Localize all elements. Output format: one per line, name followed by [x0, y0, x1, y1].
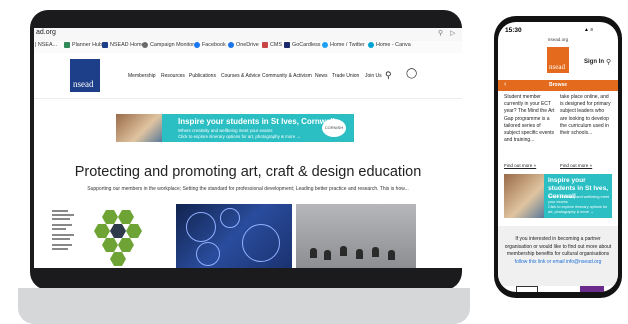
cms-icon — [262, 42, 268, 48]
zoom-icon[interactable]: ⚲ — [438, 29, 443, 37]
phone-banner-line2: Click to explore itinerary options for a… — [548, 205, 608, 214]
bookmark-twitter[interactable]: Home / Twitter — [322, 42, 365, 48]
hero-title: Protecting and promoting art, craft & de… — [74, 164, 422, 180]
bookmark-cms[interactable]: CMS — [262, 42, 282, 48]
hex-diversity — [126, 224, 142, 238]
banner-line2: Click to explore itinerary options for a… — [178, 134, 301, 139]
hero-subtitle: Supporting our members in the workplace;… — [87, 186, 409, 192]
st-ives-banner[interactable]: Inspire your students in St Ives, Cornwa… — [116, 114, 354, 142]
hex-subject-knowledge — [102, 238, 118, 252]
nav-trade-union[interactable]: Trade Union — [332, 73, 359, 79]
banner-badge: CORNISH — [322, 119, 346, 137]
hex-wellbeing — [94, 224, 110, 238]
bookmark-planner-hub[interactable]: Planner Hub — [64, 42, 102, 48]
nsead-icon — [102, 42, 108, 48]
phone-status-icons: ▲ ≡ — [584, 27, 594, 33]
phone-thumbnail-1[interactable] — [516, 286, 538, 292]
facebook-icon — [194, 42, 200, 48]
bookmark-campaign-monitor[interactable]: Campaign Monitor — [142, 42, 194, 48]
phone-st-ives-banner[interactable]: Inspire your students in St Ives, Cornwa… — [504, 174, 612, 218]
nav-courses-advice[interactable]: Courses & Advice — [221, 73, 260, 79]
bookmark-gocardless[interactable]: GoCardless — [284, 42, 320, 48]
phone-browse-bar[interactable]: ‹ Browse — [498, 80, 618, 91]
hex-pedagogy — [102, 210, 118, 224]
phone-column-1: Student member currently in your ECT yea… — [504, 94, 555, 144]
url-text[interactable]: ad.org — [36, 29, 56, 36]
onedrive-icon — [228, 42, 234, 48]
partner-text: If you interested in becoming a partner … — [504, 236, 612, 265]
browser-address-bar[interactable]: ad.org ⚲ ▷ — [34, 28, 462, 42]
bookmark-nsea[interactable]: | NSEA... — [35, 42, 57, 48]
banner-line1: Where creativity and wellbeing meet your… — [178, 128, 273, 133]
find-out-more-link-1[interactable]: Find out more » — [504, 163, 536, 168]
hex-assessment — [118, 238, 134, 252]
nav-news[interactable]: News — [315, 73, 328, 79]
phone-url[interactable]: nsead.org — [498, 37, 618, 42]
site-header: nsead Membership Resources Publications … — [34, 53, 462, 99]
nav-publications[interactable]: Publications — [189, 73, 216, 79]
phone-search-icon[interactable]: ⚲ — [606, 58, 611, 66]
banner-headline: Inspire your students in St Ives, Cornwa… — [178, 117, 335, 126]
gocardless-icon — [284, 42, 290, 48]
laptop-screen: ad.org ⚲ ▷ | NSEA... Planner Hub NSEAD H… — [34, 28, 462, 268]
hexagon-infographic-tile[interactable] — [48, 204, 172, 268]
bookmark-canva[interactable]: Home - Canva — [368, 42, 411, 48]
hex-creativity — [110, 252, 126, 266]
nav-community-activism[interactable]: Community & Activism — [262, 73, 312, 79]
nav-membership[interactable]: Membership — [128, 73, 156, 79]
partner-link[interactable]: follow this link or email info@nsead.org — [515, 259, 602, 265]
bookmark-nsead-home[interactable]: NSEAD Home — [102, 42, 144, 48]
hex-centre — [110, 224, 126, 238]
bookmark-onedrive[interactable]: OneDrive — [228, 42, 259, 48]
phone-nsead-logo[interactable]: nsead — [547, 47, 569, 73]
phone-sign-in[interactable]: Sign In — [584, 59, 604, 65]
nav-join-us[interactable]: Join Us — [365, 73, 382, 79]
phone-banner-photo — [504, 174, 544, 218]
phone-thumbnail-2[interactable] — [580, 286, 604, 292]
find-out-more-link-2[interactable]: Find out more » — [560, 163, 592, 168]
phone-column-2: take place online, and is designed for p… — [560, 94, 611, 137]
browse-label: Browse — [548, 82, 568, 88]
canva-icon — [368, 42, 374, 48]
bookmark-facebook[interactable]: Facebook — [194, 42, 226, 48]
search-icon[interactable]: ⚲ — [385, 70, 392, 81]
banner-photo — [116, 114, 162, 142]
blueprint-gears-tile[interactable] — [176, 204, 292, 268]
user-icon[interactable]: ◯ — [406, 68, 417, 79]
nav-resources[interactable]: Resources — [161, 73, 185, 79]
share-icon[interactable]: ▷ — [450, 29, 455, 37]
phone-time: 15:30 — [505, 27, 522, 34]
gallery-installation-tile[interactable] — [296, 204, 416, 268]
campaign-icon — [142, 42, 148, 48]
laptop-base — [18, 288, 470, 324]
planner-icon — [64, 42, 70, 48]
nsead-logo[interactable]: nsead — [70, 59, 100, 92]
phone-screen: 15:30 ▲ ≡ nsead.org nsead Sign In ⚲ ‹ Br… — [498, 22, 618, 292]
phone-banner-line1: Where creativity and wellbeing meet your… — [548, 195, 609, 204]
hex-inclusion — [118, 210, 134, 224]
twitter-icon — [322, 42, 328, 48]
